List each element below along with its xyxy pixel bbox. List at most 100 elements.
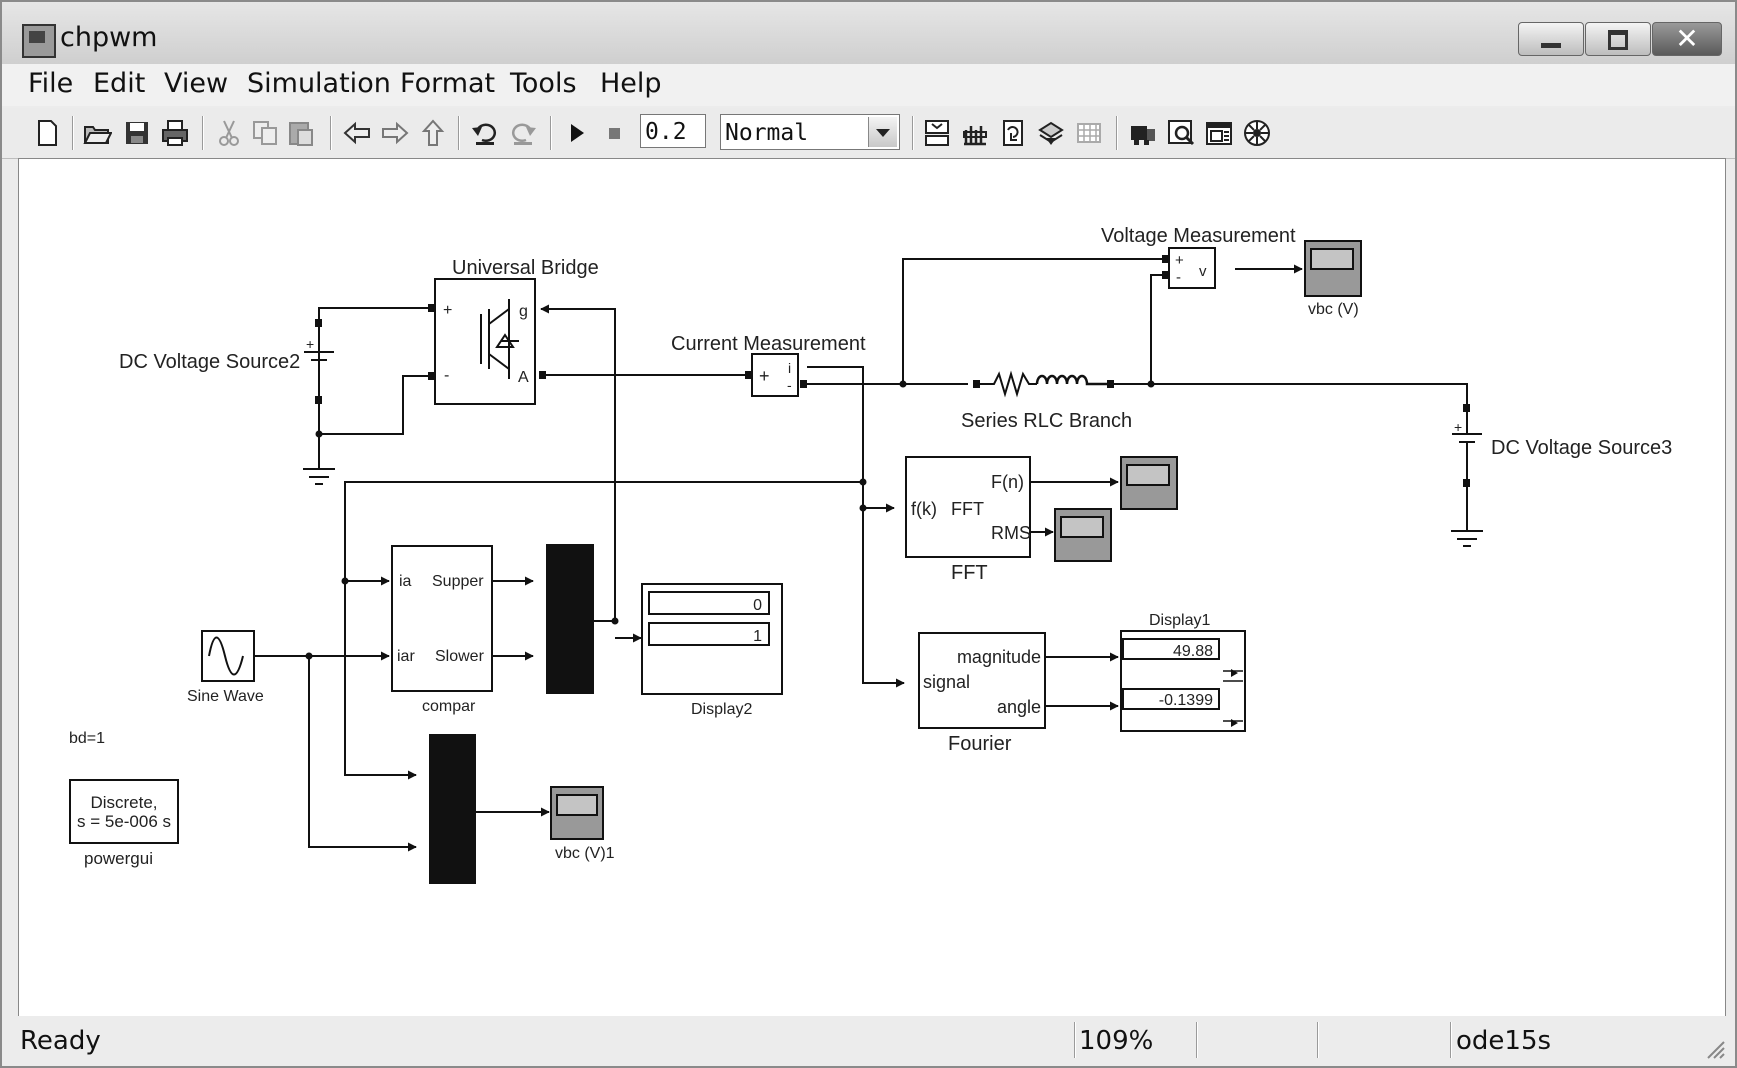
fft-port-fn: F(n) <box>991 472 1024 492</box>
library-icon[interactable] <box>998 118 1028 148</box>
explorer-icon[interactable] <box>1036 118 1066 148</box>
resize-grip-icon[interactable] <box>1702 1036 1726 1060</box>
new-icon[interactable] <box>32 118 62 148</box>
series-rlc-label: Series RLC Branch <box>961 410 1132 432</box>
powergui-line-2: s = 5e-006 s <box>77 812 171 831</box>
dc-voltage-source2[interactable]: + DC Voltage Source2 <box>119 327 334 396</box>
scope-vbc-block[interactable]: vbc (V) <box>1304 240 1362 318</box>
model-window: chpwm ✕ File Edit View Simulation Format… <box>0 0 1737 1068</box>
ground-icon <box>1451 530 1483 547</box>
signal-current-to-fourier <box>807 366 905 688</box>
dc-voltage-source3-label: DC Voltage Source3 <box>1491 437 1672 459</box>
menu-simulation[interactable]: Simulation <box>247 68 391 99</box>
fourier-port-angle: angle <box>997 697 1041 717</box>
dc-voltage-source3[interactable]: + DC Voltage Source3 <box>1452 412 1672 481</box>
wire-vmeas-minus <box>1150 274 1166 384</box>
current-measurement-block[interactable]: + i - Current Measurement <box>671 333 866 397</box>
minimize-button[interactable] <box>1518 22 1584 56</box>
model-canvas[interactable]: + DC Voltage Source2 + - g A Universal B… <box>18 158 1726 1018</box>
close-button[interactable]: ✕ <box>1652 22 1722 56</box>
simulink-model-icon <box>22 24 56 58</box>
compar-port-iar: iar <box>397 648 415 665</box>
fft-block[interactable]: f(k) FFT F(n) RMS FFT <box>905 456 1031 584</box>
simulation-mode-select[interactable]: Normal <box>720 114 900 150</box>
powergui-line-1: Discrete, <box>90 793 157 812</box>
menu-view[interactable]: View <box>164 68 228 99</box>
voltage-port-minus: - <box>1176 269 1181 286</box>
svg-text:+: + <box>1454 419 1462 435</box>
fourier-label: Fourier <box>948 733 1012 755</box>
advisor-icon[interactable] <box>1242 118 1272 148</box>
title-bar: chpwm ✕ <box>2 2 1735 64</box>
bridge-port-minus: - <box>444 367 449 384</box>
fourier-block[interactable]: signal magnitude angle Fourier <box>918 632 1046 755</box>
wire-dc2-plus <box>318 307 432 362</box>
menu-help[interactable]: Help <box>600 68 662 99</box>
display1-value-2: -0.1399 <box>1159 692 1213 709</box>
scope-vbc1-label: vbc (V)1 <box>555 845 615 862</box>
debug-icon[interactable] <box>1074 118 1104 148</box>
display2-value-1: 0 <box>753 597 762 614</box>
compar-port-slower: Slower <box>435 648 485 665</box>
zoom-icon[interactable] <box>1166 118 1196 148</box>
fft-center-label: FFT <box>951 499 984 519</box>
current-port-i: i <box>788 360 791 376</box>
series-rlc-branch[interactable]: Series RLC Branch <box>961 370 1132 432</box>
redo-icon[interactable] <box>508 118 538 148</box>
universal-bridge-block[interactable]: + - g A Universal Bridge <box>434 257 599 405</box>
display2-block[interactable]: 0 1 Display2 <box>641 583 783 718</box>
up-icon[interactable] <box>418 118 448 148</box>
display1-label: Display1 <box>1149 612 1210 629</box>
paste-icon[interactable] <box>286 118 316 148</box>
copy-icon[interactable] <box>250 118 280 148</box>
display1-value-1: 49.88 <box>1173 643 1213 660</box>
save-icon[interactable] <box>122 118 152 148</box>
dc-voltage-source2-label: DC Voltage Source2 <box>119 351 300 373</box>
stop-icon[interactable] <box>600 118 630 148</box>
open-icon[interactable] <box>82 118 113 148</box>
status-bar: Ready 109% ode15s <box>2 1016 1735 1066</box>
sine-wave-label: Sine Wave <box>187 688 264 705</box>
compar-port-ia: ia <box>399 573 412 590</box>
update-icon[interactable] <box>960 118 990 148</box>
scope-fft-rms-block[interactable] <box>1054 508 1112 562</box>
undo-icon[interactable] <box>470 118 500 148</box>
menu-edit[interactable]: Edit <box>93 68 145 99</box>
chevron-down-icon[interactable] <box>868 117 897 147</box>
print-icon[interactable] <box>160 118 190 148</box>
model-browser-icon[interactable] <box>1128 118 1158 148</box>
compar-label: compar <box>422 698 476 715</box>
properties-icon[interactable] <box>1204 118 1234 148</box>
maximize-button[interactable] <box>1585 22 1651 56</box>
mux2-block[interactable] <box>429 734 476 884</box>
compar-port-supper: Supper <box>432 573 484 590</box>
build-icon[interactable] <box>922 118 952 148</box>
display1-block[interactable]: 49.88 -0.1399 Display1 <box>1120 612 1246 732</box>
universal-bridge-label: Universal Bridge <box>452 257 599 279</box>
scope-vbc1-block[interactable]: vbc (V)1 <box>550 786 615 862</box>
start-icon[interactable] <box>562 118 592 148</box>
powergui-block[interactable]: Discrete, s = 5e-006 s powergui <box>69 779 179 868</box>
voltage-measurement-block[interactable]: + - v Voltage Measurement <box>1101 225 1296 289</box>
scope-fft-fn-block[interactable] <box>1120 456 1178 510</box>
svg-text:+: + <box>306 336 314 352</box>
sine-wave-block[interactable]: Sine Wave <box>187 630 264 705</box>
simulation-mode-value: Normal <box>725 120 809 146</box>
stop-time-field[interactable]: 0.2 <box>640 114 706 148</box>
menu-file[interactable]: File <box>28 68 73 99</box>
status-text: Ready <box>20 1026 101 1056</box>
toolbar: 0.2 Normal <box>2 108 1735 159</box>
bridge-port-a: A <box>518 369 529 386</box>
ground-icon <box>303 468 335 485</box>
menu-format[interactable]: Format <box>400 68 495 99</box>
cut-icon[interactable] <box>214 118 244 148</box>
powergui-label: powergui <box>84 849 153 868</box>
display2-value-2: 1 <box>753 628 762 645</box>
voltage-port-v: v <box>1199 263 1207 280</box>
forward-icon[interactable] <box>380 118 410 148</box>
compar-block[interactable]: ia iar Supper Slower compar <box>391 545 493 715</box>
menu-tools[interactable]: Tools <box>510 68 577 99</box>
wire-rlc-to-dc3 <box>1113 383 1468 414</box>
back-icon[interactable] <box>342 118 372 148</box>
mux-block[interactable] <box>546 544 594 694</box>
